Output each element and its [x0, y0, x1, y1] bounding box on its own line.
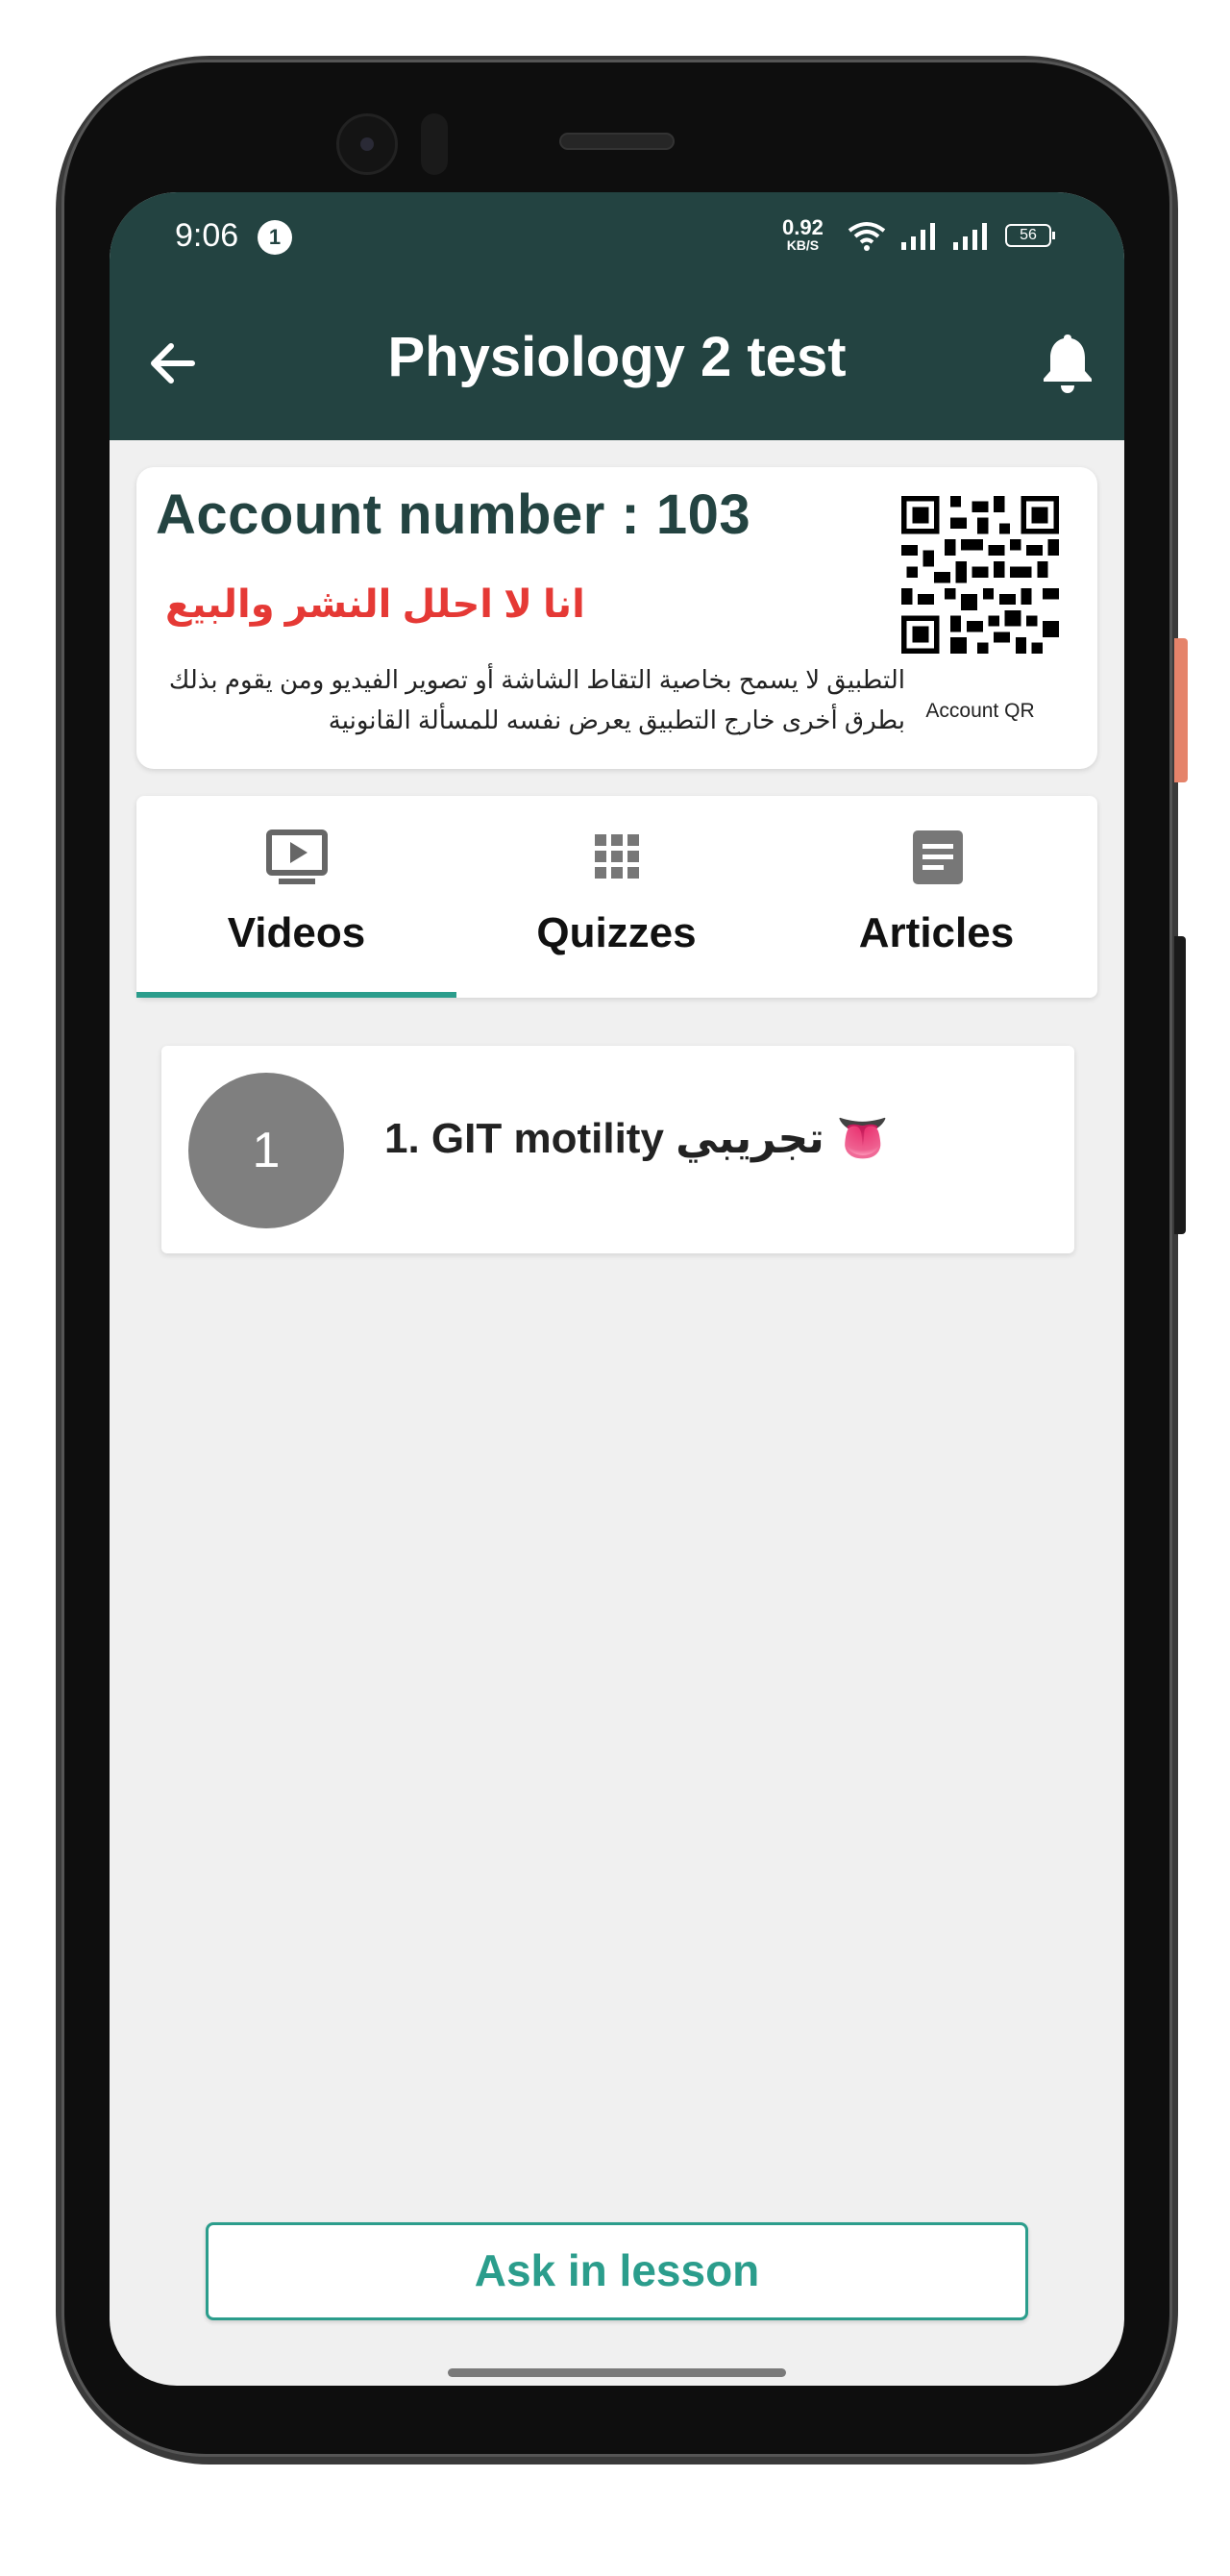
notification-badge: 1: [258, 220, 292, 255]
copyright-warning: انا لا احلل النشر والبيع: [165, 583, 585, 626]
list-item[interactable]: 1 1. GIT motility تجريبي 👅: [161, 1046, 1074, 1253]
tab-videos[interactable]: Videos: [136, 796, 456, 998]
status-bar: 9:06 1 0.92 KB/S 56: [110, 192, 1124, 285]
earpiece-speaker: [559, 133, 675, 150]
tab-articles[interactable]: Articles: [776, 796, 1096, 998]
account-qr-code[interactable]: [901, 496, 1059, 654]
page-title: Physiology 2 test: [387, 326, 847, 388]
home-indicator[interactable]: [448, 2368, 786, 2377]
grid-icon: [595, 834, 639, 879]
wifi-icon: [848, 222, 886, 251]
battery-icon: 56: [1005, 224, 1055, 247]
phone-screen: 9:06 1 0.92 KB/S 56 Physiology 2 test Ac…: [110, 192, 1124, 2386]
ask-in-lesson-button[interactable]: Ask in lesson: [206, 2222, 1028, 2320]
tab-articles-label: Articles: [858, 909, 1015, 956]
front-camera: [336, 113, 398, 175]
status-time: 9:06: [175, 217, 239, 254]
tab-videos-label: Videos: [227, 909, 366, 956]
account-number: Account number : 103: [156, 483, 751, 546]
signal-icon-2: [953, 223, 987, 250]
tab-quizzes-label: Quizzes: [536, 909, 697, 956]
bell-icon[interactable]: [1038, 331, 1097, 394]
phone-volume-button: [1174, 936, 1186, 1234]
active-tab-indicator: [136, 992, 456, 998]
qr-label: Account QR: [925, 700, 1035, 722]
arrow-left-icon[interactable]: [144, 334, 202, 392]
account-card: Account number : 103 انا لا احلل النشر و…: [136, 467, 1097, 769]
network-speed: 0.92 KB/S: [782, 217, 824, 254]
proximity-sensor: [421, 113, 448, 175]
tab-quizzes[interactable]: Quizzes: [456, 796, 776, 998]
screen-capture-notice: التطبيق لا يسمح بخاصية التقاط الشاشة أو …: [168, 665, 905, 734]
article-icon: [913, 830, 963, 884]
content-tabs: Videos Quizzes Articles: [136, 796, 1097, 998]
video-icon: [266, 830, 328, 884]
phone-side-button: [1174, 638, 1188, 782]
app-bar: 9:06 1 0.92 KB/S 56 Physiology 2 test: [110, 192, 1124, 440]
lesson-title: 1. GIT motility تجريبي 👅: [384, 1115, 889, 1162]
lesson-number-badge: 1: [188, 1073, 344, 1228]
network-speed-unit: KB/S: [786, 237, 820, 253]
signal-icon: [901, 223, 935, 250]
